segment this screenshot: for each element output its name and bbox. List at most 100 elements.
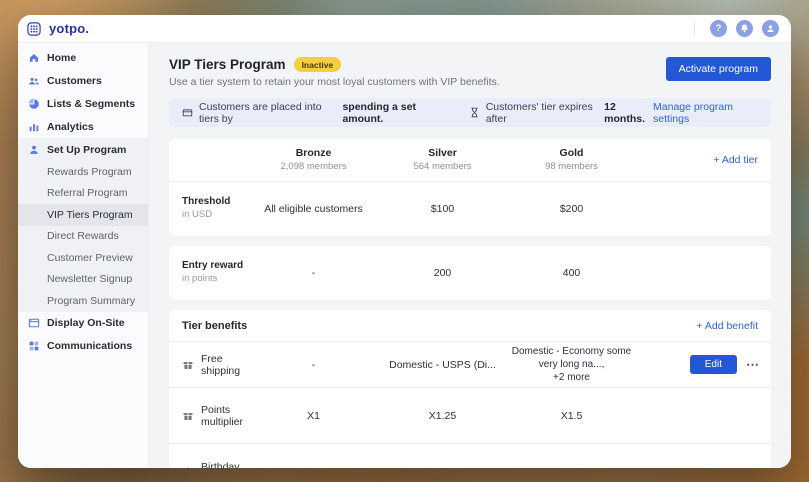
main-content: VIP Tiers Program Inactive Use a tier sy…	[149, 43, 791, 468]
benefit-gold-value: X1.5	[560, 409, 583, 422]
benefit-row-points-multiplier: Points multiplier X1 X1.25 X1.5	[169, 387, 771, 443]
tier-name: Bronze	[295, 147, 332, 159]
tier-column-gold: Gold 98 members	[507, 139, 636, 181]
sidebar-item-label: Set Up Program	[47, 143, 127, 156]
birthday-cake-icon	[182, 466, 194, 468]
manage-program-settings-link[interactable]: Manage program settings	[653, 101, 758, 125]
benefit-silver-value: $10	[378, 467, 507, 469]
sidebar-item-label: Program Summary	[47, 294, 136, 307]
banner-expiry-text: Customers' tier expires after	[485, 100, 593, 125]
wallet-icon	[182, 107, 193, 118]
sidebar-item-referral-program[interactable]: Referral Program	[18, 183, 148, 205]
sidebar-item-label: VIP Tiers Program	[47, 208, 133, 221]
add-tier-link[interactable]: + Add tier	[713, 154, 758, 166]
account-avatar-icon[interactable]	[762, 20, 779, 37]
sidebar-setup-group: Set Up Program Rewards Program Referral …	[18, 138, 148, 312]
banner-placement-bold: spending a set amount.	[342, 100, 416, 125]
sidebar-item-home[interactable]: Home	[18, 46, 148, 69]
sidebar-item-label: Referral Program	[47, 187, 128, 200]
benefit-silver-value: X1.25	[428, 409, 457, 422]
benefit-label: Free shipping	[201, 352, 241, 377]
sidebar-item-newsletter-signup[interactable]: Newsletter Signup	[18, 269, 148, 291]
customers-icon	[28, 75, 40, 87]
gift-icon	[182, 359, 194, 371]
topbar-actions: ?	[694, 20, 779, 37]
sidebar-item-rewards-program[interactable]: Rewards Program	[18, 161, 148, 183]
tier-benefits-header: Tier benefits + Add benefit	[169, 310, 771, 341]
threshold-silver-value: $100	[430, 203, 455, 215]
benefit-silver-value: Domestic - USPS (Di...	[389, 358, 496, 371]
benefit-bronze-value: X1	[307, 409, 320, 422]
sidebar-item-customer-preview[interactable]: Customer Preview	[18, 247, 148, 269]
benefit-gold-value: Domestic - Economy some very long na...,…	[507, 345, 636, 384]
sidebar-item-lists-segments[interactable]: Lists & Segments	[18, 92, 148, 115]
page-header: VIP Tiers Program Inactive Use a tier sy…	[169, 57, 771, 88]
sidebar-item-label: Lists & Segments	[47, 97, 136, 110]
home-icon	[28, 52, 40, 64]
tier-columns-header: Bronze 2,098 members Silver 564 members …	[169, 139, 771, 181]
sidebar-item-label: Newsletter Signup	[47, 273, 133, 286]
row-label: Entry reward	[182, 260, 244, 271]
sidebar-item-customers[interactable]: Customers	[18, 69, 148, 92]
threshold-gold-value: $200	[559, 203, 584, 215]
benefit-bronze-value: -	[311, 358, 316, 371]
entry-reward-silver-value: 200	[433, 267, 452, 279]
more-options-icon[interactable]: ⋯	[746, 358, 759, 371]
entry-reward-row: Entry reward in points - 200 400	[169, 246, 771, 300]
hourglass-icon	[469, 107, 480, 118]
sidebar-item-label: Home	[47, 51, 77, 64]
topbar-divider	[694, 21, 695, 36]
yotpo-logo: yotpo.	[49, 21, 90, 36]
row-sublabel: in points	[182, 273, 218, 284]
tier-benefits-card: Tier benefits + Add benefit Free shippin…	[169, 310, 771, 468]
benefit-row-birthday-reward: Birthday reward $5 $10 $15	[169, 443, 771, 468]
help-icon[interactable]: ?	[710, 20, 727, 37]
tier-members: 2,098 members	[280, 161, 347, 172]
tier-members: 564 members	[413, 161, 472, 172]
entry-reward-bronze-value: -	[311, 267, 316, 279]
sidebar-item-vip-tiers-program[interactable]: VIP Tiers Program	[18, 204, 148, 226]
row-sublabel: in USD	[182, 209, 213, 220]
sidebar-item-label: Direct Rewards	[47, 230, 119, 243]
sidebar-item-label: Communications	[47, 340, 133, 352]
person-icon	[28, 144, 40, 156]
tiers-card: Bronze 2,098 members Silver 564 members …	[169, 139, 771, 236]
status-badge: Inactive	[293, 57, 342, 72]
sidebar-item-label: Analytics	[47, 120, 94, 133]
entry-reward-gold-value: 400	[562, 267, 581, 279]
tier-benefits-title: Tier benefits	[182, 320, 248, 332]
threshold-bronze-value: All eligible customers	[264, 203, 363, 215]
sidebar-item-analytics[interactable]: Analytics	[18, 115, 148, 138]
sidebar: Home Customers Lists & Segments Analytic…	[18, 43, 149, 468]
benefit-row-free-shipping: Free shipping - Domestic - USPS (Di... D…	[169, 341, 771, 387]
page-title: VIP Tiers Program	[169, 57, 286, 72]
app-window: yotpo. ? Home Customers Lists & Segments…	[18, 15, 791, 468]
threshold-row: Threshold in USD All eligible customers …	[169, 181, 771, 236]
banner-placement-text: Customers are placed into tiers by	[199, 100, 322, 125]
bar-chart-icon	[28, 121, 40, 133]
notifications-bell-icon[interactable]	[736, 20, 753, 37]
tier-name: Silver	[428, 147, 457, 159]
edit-benefit-button[interactable]: Edit	[689, 355, 737, 374]
sidebar-item-direct-rewards[interactable]: Direct Rewards	[18, 226, 148, 248]
sidebar-item-display-on-site[interactable]: Display On-Site	[18, 312, 148, 335]
tier-members: 98 members	[545, 161, 598, 172]
topbar: yotpo. ?	[18, 15, 791, 43]
grid-squares-icon	[28, 340, 40, 352]
sidebar-item-communications[interactable]: Communications	[18, 335, 148, 358]
benefit-bronze-value: $5	[249, 467, 378, 469]
tier-name: Gold	[559, 147, 584, 159]
page-subtitle: Use a tier system to retain your most lo…	[169, 76, 500, 88]
sidebar-item-program-summary[interactable]: Program Summary	[18, 290, 148, 312]
app-launcher-icon[interactable]	[27, 21, 41, 36]
sidebar-item-label: Customer Preview	[47, 251, 133, 264]
entry-reward-card: Entry reward in points - 200 400	[169, 246, 771, 300]
sidebar-item-set-up-program[interactable]: Set Up Program	[18, 138, 148, 161]
gift-icon	[182, 410, 194, 422]
pie-chart-icon	[28, 98, 40, 110]
activate-program-button[interactable]: Activate program	[665, 57, 771, 81]
add-benefit-link[interactable]: + Add benefit	[696, 320, 758, 332]
browser-window-icon	[28, 317, 40, 329]
row-label: Threshold	[182, 196, 231, 207]
benefit-gold-value: $15	[507, 467, 636, 469]
